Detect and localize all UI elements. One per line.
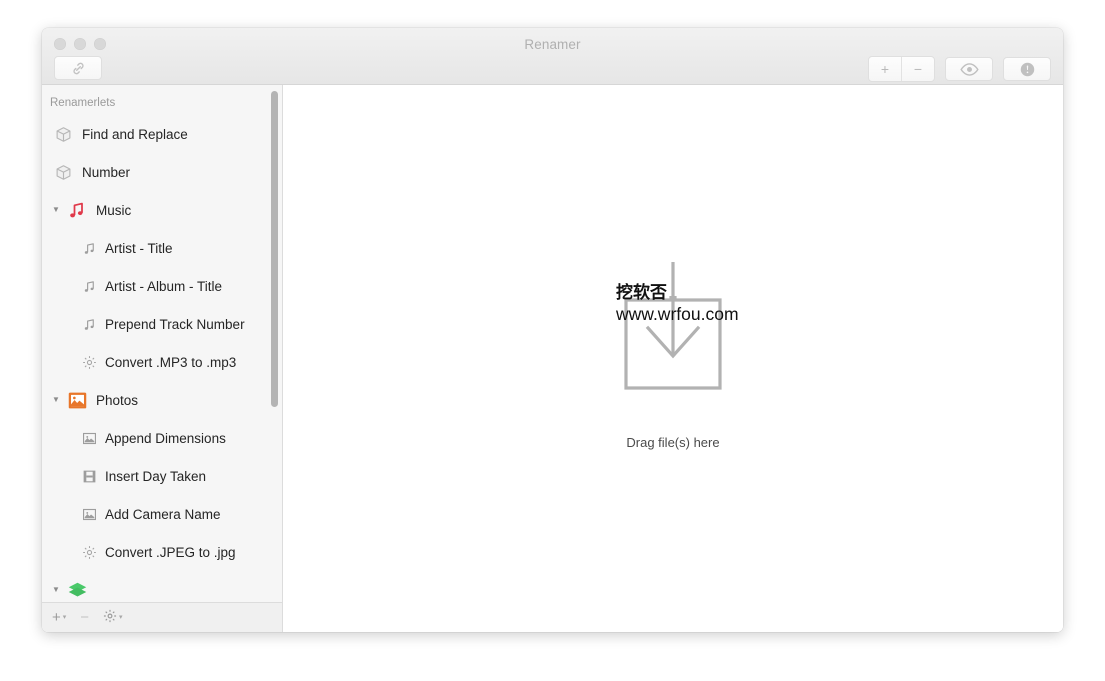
window-titlebar: Renamer + − [42,28,1063,85]
music-note-color-icon [66,200,88,220]
list-item-label: Find and Replace [82,126,188,142]
preview-button[interactable] [945,57,993,81]
remove-button[interactable]: − [901,57,934,81]
list-item-label: Number [82,164,131,180]
list-item[interactable]: Number [42,153,282,191]
settings-button[interactable]: ▾ [103,609,123,626]
section-header-renamerlets: Renamerlets [50,97,116,109]
list-item-label: Prepend Track Number [105,316,245,332]
list-item[interactable]: Add Camera Name [42,495,282,533]
window-body: Renamerlets Find and Replace Number ▼ Mu… [42,85,1063,632]
toolbar-right: + − [868,56,1051,82]
list-item-label: Convert .MP3 to .mp3 [105,354,237,370]
music-note-icon [80,238,98,258]
minus-icon: − [80,609,90,626]
info-icon [1020,62,1034,76]
file-dropzone[interactable]: 挖软否 www.wrfou.com Drag file(s) here [558,260,788,450]
list-group-label: Photos [96,392,139,408]
list-item-label: Add Camera Name [105,506,221,522]
photo-icon [80,504,98,524]
box-icon [52,162,74,182]
link-button[interactable] [54,56,102,80]
list-group-music[interactable]: ▼ Music [42,191,282,229]
photo-color-icon [66,390,88,410]
list-item[interactable]: Artist - Album - Title [42,267,282,305]
list-item[interactable]: Find and Replace [42,115,282,153]
link-icon [72,62,84,74]
eye-icon [959,62,979,76]
list-item[interactable]: Artist - Title [42,229,282,267]
gear-icon [80,542,98,562]
list-group-photos[interactable]: ▼ Photos [42,381,282,419]
list-item[interactable]: Append Dimensions [42,419,282,457]
list-item-label: Append Dimensions [105,430,226,446]
list-item-label: Insert Day Taken [105,468,207,484]
list-item-label: Convert .JPEG to .jpg [105,544,236,560]
list-item-label: Artist - Album - Title [105,278,223,294]
sidebar-footer-toolbar: + ▾ − ▾ [42,602,282,632]
download-arrow-into-box-icon: 挖软否 www.wrfou.com [608,260,739,415]
add-button[interactable]: + [869,57,901,81]
disclosure-triangle-icon[interactable]: ▼ [52,586,66,594]
plus-icon: + [52,609,61,626]
list-group-partial[interactable]: ▼ [42,571,282,602]
photo-icon [80,428,98,448]
list-item-label: Artist - Title [105,240,173,256]
chevron-down-icon: ▾ [119,614,123,621]
list-group-label: Music [96,202,132,218]
info-button[interactable] [1003,57,1051,81]
chevron-down-icon: ▾ [62,614,67,621]
box-icon [52,124,74,144]
remove-renamerlet-button[interactable]: − [80,610,89,625]
renamer-window: Renamer + − Renamerlets Find and Replace… [42,28,1063,632]
music-note-icon [80,314,98,334]
film-icon [80,466,98,486]
add-remove-segmented-control: + − [868,56,935,82]
gear-icon [80,352,98,372]
renamerlet-list[interactable]: Renamerlets Find and Replace Number ▼ Mu… [42,85,282,602]
list-item[interactable]: Insert Day Taken [42,457,282,495]
layers-color-icon [66,580,88,600]
toolbar-left [54,56,102,80]
main-content: 挖软否 www.wrfou.com Drag file(s) here [283,85,1063,632]
list-item[interactable]: Convert .JPEG to .jpg [42,533,282,571]
window-title: Renamer [524,37,581,52]
sidebar: Renamerlets Find and Replace Number ▼ Mu… [42,85,283,632]
disclosure-triangle-icon[interactable]: ▼ [52,206,66,214]
add-renamerlet-button[interactable]: + ▾ [52,610,66,625]
list-item[interactable]: Prepend Track Number [42,305,282,343]
music-note-icon [80,276,98,296]
disclosure-triangle-icon[interactable]: ▼ [52,396,66,404]
list-item[interactable]: Convert .MP3 to .mp3 [42,343,282,381]
gear-icon [103,609,117,626]
dropzone-caption: Drag file(s) here [626,434,720,450]
